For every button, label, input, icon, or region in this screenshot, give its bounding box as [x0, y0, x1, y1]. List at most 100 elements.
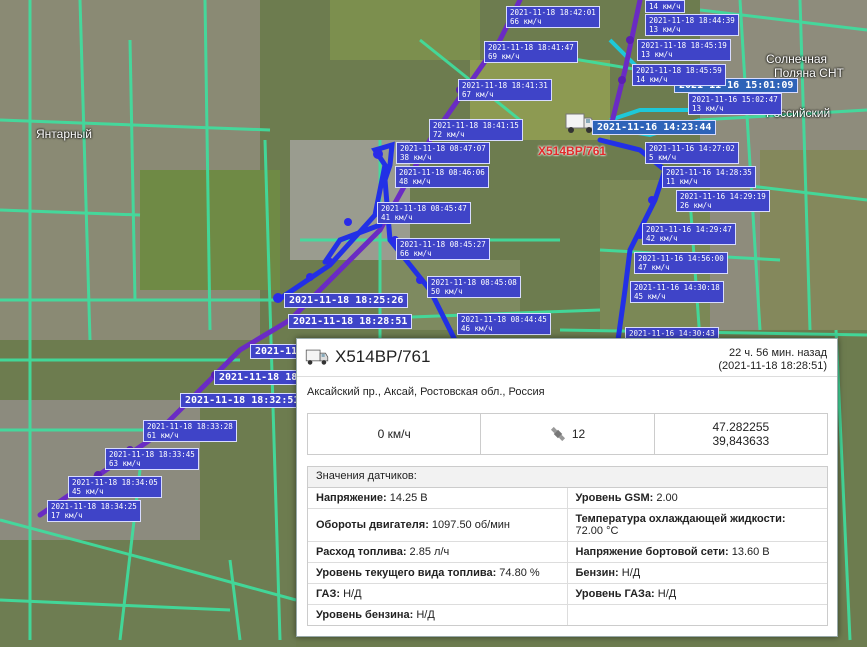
popup-title: Х514ВР/761 — [335, 347, 431, 366]
satellite-icon — [550, 426, 565, 442]
point-speed: 26 км/ч — [680, 201, 712, 210]
track-point-label[interactable]: 2021-11-18 08:45:47 41 км/ч — [377, 202, 471, 224]
sensor-cell: Температура охлаждающей жидкости: 72.00 … — [575, 513, 786, 537]
point-time: 2021-11-18 18:41:47 — [488, 43, 574, 52]
sensor-cell: Уровень текущего вида топлива: 74.80 % — [308, 563, 568, 583]
sensor-cell: Расход топлива: 2.85 л/ч — [308, 542, 568, 562]
track-point-label[interactable]: 2021-11-16 14:27:02 5 км/ч — [645, 142, 739, 164]
point-speed: 66 км/ч — [400, 249, 432, 258]
point-speed: 69 км/ч — [488, 52, 520, 61]
track-point-label[interactable]: 2021-11-18 08:45:27 66 км/ч — [396, 238, 490, 260]
last-update-ago: 22 ч. 56 мин. назад — [729, 347, 827, 359]
track-label-big[interactable]: 2021-11-18 18:32:51 — [180, 393, 305, 408]
point-time: 2021-11-16 14:29:47 — [646, 225, 732, 234]
point-speed: 5 км/ч — [649, 153, 677, 162]
last-update-time: (2021-11-18 18:28:51) — [718, 360, 827, 372]
sensor-cell: Уровень ГАЗа: Н/Д — [575, 588, 677, 600]
popup-header: Х514ВР/761 — [305, 347, 430, 367]
point-time: 2021-11-18 18:45:59 — [636, 66, 722, 75]
track-point-label[interactable]: 2021-11-18 18:45:59 14 км/ч — [632, 64, 726, 86]
sensor-cell: Напряжение бортовой сети: 13.60 В — [575, 546, 770, 558]
point-speed: 14 км/ч — [636, 75, 668, 84]
track-point-label[interactable]: 2021-11-18 18:34:25 17 км/ч — [47, 500, 141, 522]
place-label-solnechnaya: Солнечная — [766, 52, 828, 66]
point-speed: 38 км/ч — [400, 153, 432, 162]
sensor-cell: Напряжение: 14.25 В — [308, 488, 568, 508]
track-label-big[interactable]: 2021-11-16 14:23:44 — [592, 120, 717, 135]
point-speed: 41 км/ч — [381, 213, 413, 222]
track-point-label[interactable]: 2021-11-18 18:42:01 66 км/ч — [506, 6, 600, 28]
track-point-label[interactable]: 2021-11-18 08:44:45 46 км/ч — [457, 313, 551, 335]
track-label-big[interactable]: 2021-11-18 18:25:26 — [284, 293, 409, 308]
track-point-label[interactable]: 2021-11-18 18:41:31 67 км/ч — [458, 79, 552, 101]
track-point-label[interactable]: 2021-11-18 08:45:08 50 км/ч — [427, 276, 521, 298]
sensor-row: Расход топлива: 2.85 л/ч Напряжение борт… — [308, 542, 827, 563]
sensor-cell: Уровень GSM: 2.00 — [575, 492, 678, 504]
point-speed: 17 км/ч — [51, 511, 83, 520]
satellites-count: 12 — [571, 427, 586, 441]
sensors-title: Значения датчиков: — [308, 467, 827, 488]
sensor-row: Уровень текущего вида топлива: 74.80 % Б… — [308, 563, 827, 584]
track-point-label[interactable]: 2021-11-16 14:29:47 42 км/ч — [642, 223, 736, 245]
sensors-table: Значения датчиков: Напряжение: 14.25 В У… — [307, 466, 828, 626]
sensor-cell: Уровень бензина: Н/Д — [308, 605, 568, 625]
track-point-label[interactable]: 2021-11-18 18:44:39 13 км/ч — [645, 14, 739, 36]
point-time: 2021-11-16 14:28:35 — [666, 168, 752, 177]
point-speed: 45 км/ч — [634, 292, 666, 301]
track-point-label[interactable]: 2021-11-16 14:56:00 47 км/ч — [634, 252, 728, 274]
point-time: 2021-11-18 18:34:25 — [51, 502, 137, 511]
sensor-cell: ГАЗ: Н/Д — [308, 584, 568, 604]
point-speed: 72 км/ч — [433, 130, 465, 139]
track-point-label[interactable]: 14 км/ч — [645, 0, 685, 13]
sensor-cell — [568, 605, 828, 625]
track-point-label[interactable]: 2021-11-18 18:33:28 61 км/ч — [143, 420, 237, 442]
track-label-big[interactable]: 2021-11-18 18:28:51 — [288, 314, 413, 329]
track-point-label[interactable]: 2021-11-16 15:02:47 13 км/ч — [688, 93, 782, 115]
point-speed: 47 км/ч — [638, 263, 670, 272]
track-point-label[interactable]: 2021-11-16 14:29:19 26 км/ч — [676, 190, 770, 212]
satellites-cell: 12 — [481, 414, 655, 454]
track-point-label[interactable]: 2021-11-18 08:46:06 48 км/ч — [395, 166, 489, 188]
track-point-label[interactable]: 2021-11-18 08:47:07 38 км/ч — [396, 142, 490, 164]
point-time: 2021-11-18 18:44:39 — [649, 16, 735, 25]
track-point-label[interactable]: 2021-11-16 14:30:18 45 км/ч — [630, 281, 724, 303]
sensor-cell: Бензин: Н/Д — [575, 567, 641, 579]
point-speed: 48 км/ч — [399, 177, 431, 186]
latitude: 47.282255 — [712, 420, 770, 434]
point-time: 2021-11-18 08:45:47 — [381, 204, 467, 213]
point-time: 2021-11-16 14:29:19 — [680, 192, 766, 201]
place-label-yantarny: Янтарный — [36, 127, 92, 141]
track-point-label[interactable]: 2021-11-18 18:33:45 63 км/ч — [105, 448, 199, 470]
point-time: 2021-11-16 14:30:43 — [629, 329, 715, 338]
track-point-label[interactable]: 2021-11-18 18:45:19 13 км/ч — [637, 39, 731, 61]
point-time: 2021-11-18 08:47:07 — [400, 144, 486, 153]
sensor-row: Обороты двигателя: 1097.50 об/мин Темпер… — [308, 509, 827, 542]
point-speed: 66 км/ч — [510, 17, 542, 26]
point-speed: 13 км/ч — [641, 50, 673, 59]
truck-icon — [305, 349, 329, 365]
point-speed: 61 км/ч — [147, 431, 179, 440]
longitude: 39,843633 — [712, 434, 770, 448]
point-time: 2021-11-18 18:45:19 — [641, 41, 727, 50]
speed-value: 0 км/ч — [308, 414, 482, 454]
point-time: 2021-11-18 08:46:06 — [399, 168, 485, 177]
point-speed: 67 км/ч — [462, 90, 494, 99]
vehicle-info-popup[interactable]: Х514ВР/761 22 ч. 56 мин. назад (2021-11-… — [296, 338, 838, 637]
point-time: 2021-11-16 14:30:18 — [634, 283, 720, 292]
vehicle-map-label[interactable]: Х514ВР/761 — [538, 144, 606, 158]
point-speed: 13 км/ч — [692, 104, 724, 113]
point-time: 2021-11-16 15:02:47 — [692, 95, 778, 104]
point-time: 2021-11-18 18:41:31 — [462, 81, 548, 90]
point-speed: 14 км/ч — [649, 2, 681, 11]
sensor-row: Напряжение: 14.25 В Уровень GSM: 2.00 — [308, 488, 827, 509]
track-point-label[interactable]: 2021-11-16 14:28:35 11 км/ч — [662, 166, 756, 188]
point-time: 2021-11-18 08:44:45 — [461, 315, 547, 324]
point-speed: 42 км/ч — [646, 234, 678, 243]
last-update: 22 ч. 56 мин. назад (2021-11-18 18:28:51… — [718, 347, 827, 373]
divider — [297, 376, 837, 377]
point-time: 2021-11-18 18:33:28 — [147, 422, 233, 431]
track-point-label[interactable]: 2021-11-18 18:41:47 69 км/ч — [484, 41, 578, 63]
track-point-label[interactable]: 2021-11-18 18:34:05 45 км/ч — [68, 476, 162, 498]
track-point-label[interactable]: 2021-11-18 18:41:15 72 км/ч — [429, 119, 523, 141]
truck-icon[interactable] — [565, 110, 595, 136]
